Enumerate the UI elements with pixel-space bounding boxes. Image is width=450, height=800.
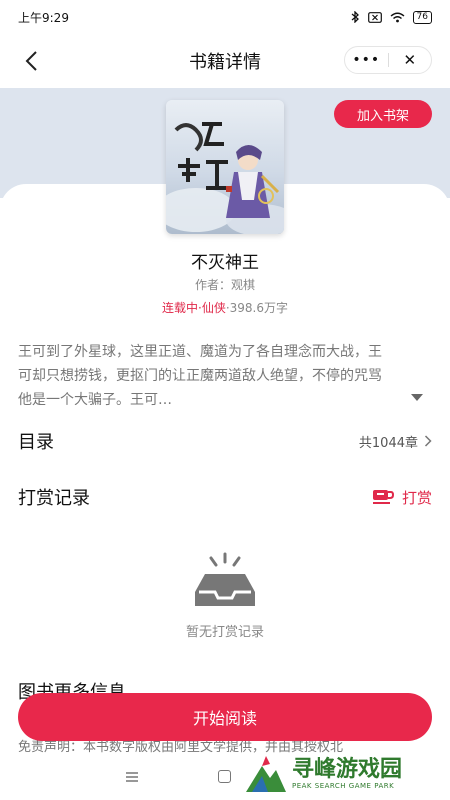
book-meta: 连载中·仙侠·398.6万字 [0,299,450,316]
book-intro[interactable]: 王可到了外星球，这里正道、魔道为了各自理念而大战，王可却只想捞钱，更抠门的让正魔… [18,340,388,412]
status-bar: 上午9:29 76 [0,0,450,34]
empty-inbox-icon [195,552,255,606]
add-to-shelf-button[interactable]: 加入书架 [334,100,432,128]
status-icons: 76 [350,10,432,24]
back-button[interactable] [18,48,44,74]
reward-button-label: 打赏 [401,488,432,507]
reward-button[interactable]: 打赏 [372,487,432,508]
watermark-text: 寻峰游戏园 PEAK SEARCH GAME PARK [292,757,403,791]
close-button[interactable]: ✕ [389,51,432,69]
watermark-logo: 寻峰游戏园 PEAK SEARCH GAME PARK [244,752,444,796]
book-cover-artwork [166,100,284,234]
battery-indicator: 76 [412,10,432,24]
expand-triangle-icon[interactable] [410,392,424,402]
catalog-label: 目录 [18,432,54,453]
chevron-left-icon [25,51,37,71]
sim-x-icon [367,11,382,23]
start-reading-button[interactable]: 开始阅读 [18,693,432,741]
chevron-right-icon [424,435,432,447]
menu-icon[interactable] [125,771,139,783]
watermark-english: PEAK SEARCH GAME PARK [292,782,395,790]
book-author: 作者：观棋 [194,278,255,292]
wifi-icon [390,12,404,22]
bluetooth-icon [351,11,359,23]
book-cover[interactable] [166,100,284,234]
mountain-logo-icon [246,756,286,792]
status-time: 上午9:29 [18,10,69,25]
reward-row: 打赏记录 打赏 [18,484,432,510]
more-options-button[interactable]: ••• [345,52,388,68]
empty-reward-text: 暂无打赏记录 [185,625,264,640]
book-status: 连载中 [161,301,198,315]
nav-bar: 书籍详情 ••• ✕ [0,34,450,88]
catalog-count-group: 共1044章 [359,432,432,451]
book-word-count: 398.6万字 [229,301,289,315]
book-genre: 仙侠 [201,301,226,315]
catalog-row[interactable]: 目录 共1044章 [18,428,432,454]
watermark-chinese: 寻峰游戏园 [292,757,403,782]
coffee-cup-icon [372,490,394,504]
reward-records-label: 打赏记录 [18,488,90,509]
home-square-icon[interactable] [218,770,231,783]
book-title: 不灭神王 [191,253,259,273]
mini-program-capsule: ••• ✕ [344,46,432,74]
chapter-count: 共1044章 [358,435,418,451]
